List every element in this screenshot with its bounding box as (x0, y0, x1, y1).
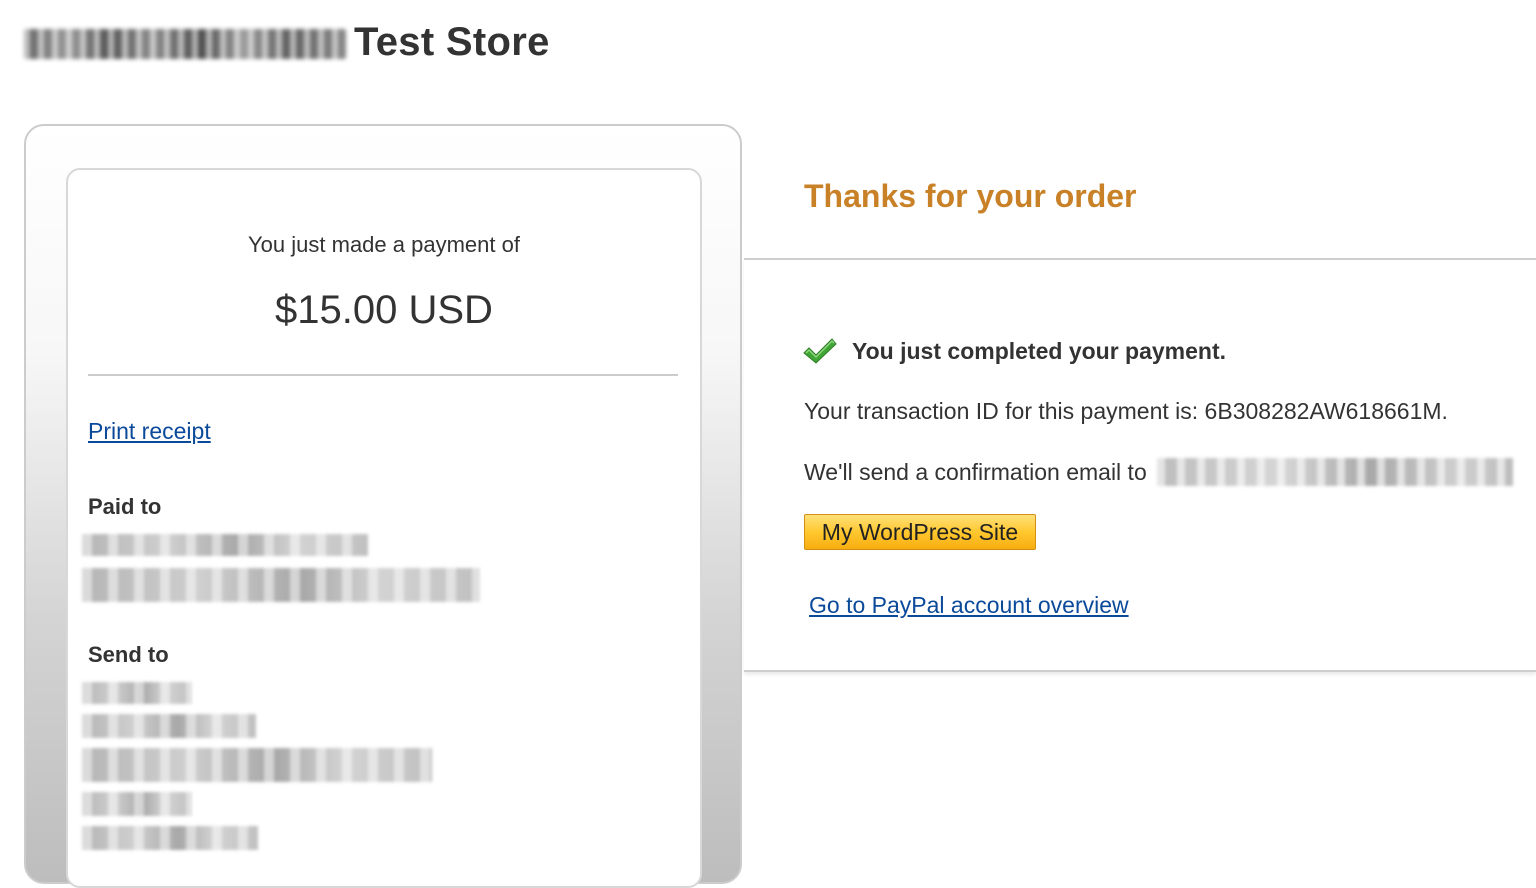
store-title: Test Store (354, 19, 550, 64)
redacted-address-line-4 (82, 792, 192, 816)
payment-caption: You just made a payment of (248, 232, 520, 257)
redacted-merchant-email (82, 568, 480, 602)
redacted-address-line-3 (82, 748, 432, 782)
receipt-divider (88, 374, 678, 376)
payment-amount: $15.00 USD (275, 288, 493, 332)
payment-completed-message: You just completed your payment. (852, 338, 1227, 364)
paypal-account-overview-link[interactable]: Go to PayPal account overview (809, 592, 1129, 619)
thanks-heading: Thanks for your order (804, 178, 1137, 214)
check-icon (803, 338, 837, 364)
send-to-label: Send to (88, 642, 169, 667)
redacted-address-line-2 (82, 714, 256, 738)
redacted-store-owner-name (24, 29, 346, 59)
confirmation-email-line: We'll send a confirmation email to (804, 458, 1513, 486)
receipt-panel: You just made a payment of $15.00 USD Pr… (66, 168, 702, 888)
print-receipt-link[interactable]: Print receipt (88, 418, 211, 445)
transaction-id-text: Your transaction ID for this payment is:… (804, 398, 1448, 424)
redacted-address-line-1 (82, 682, 192, 704)
redacted-address-line-5 (82, 826, 258, 850)
store-header: Test Store (24, 14, 550, 70)
return-to-merchant-button[interactable]: My WordPress Site (804, 514, 1036, 550)
redacted-merchant-name (82, 534, 368, 556)
confirmation-email-prefix: We'll send a confirmation email to (804, 458, 1147, 485)
paid-to-label: Paid to (88, 494, 162, 519)
redacted-email-address (1156, 458, 1513, 486)
